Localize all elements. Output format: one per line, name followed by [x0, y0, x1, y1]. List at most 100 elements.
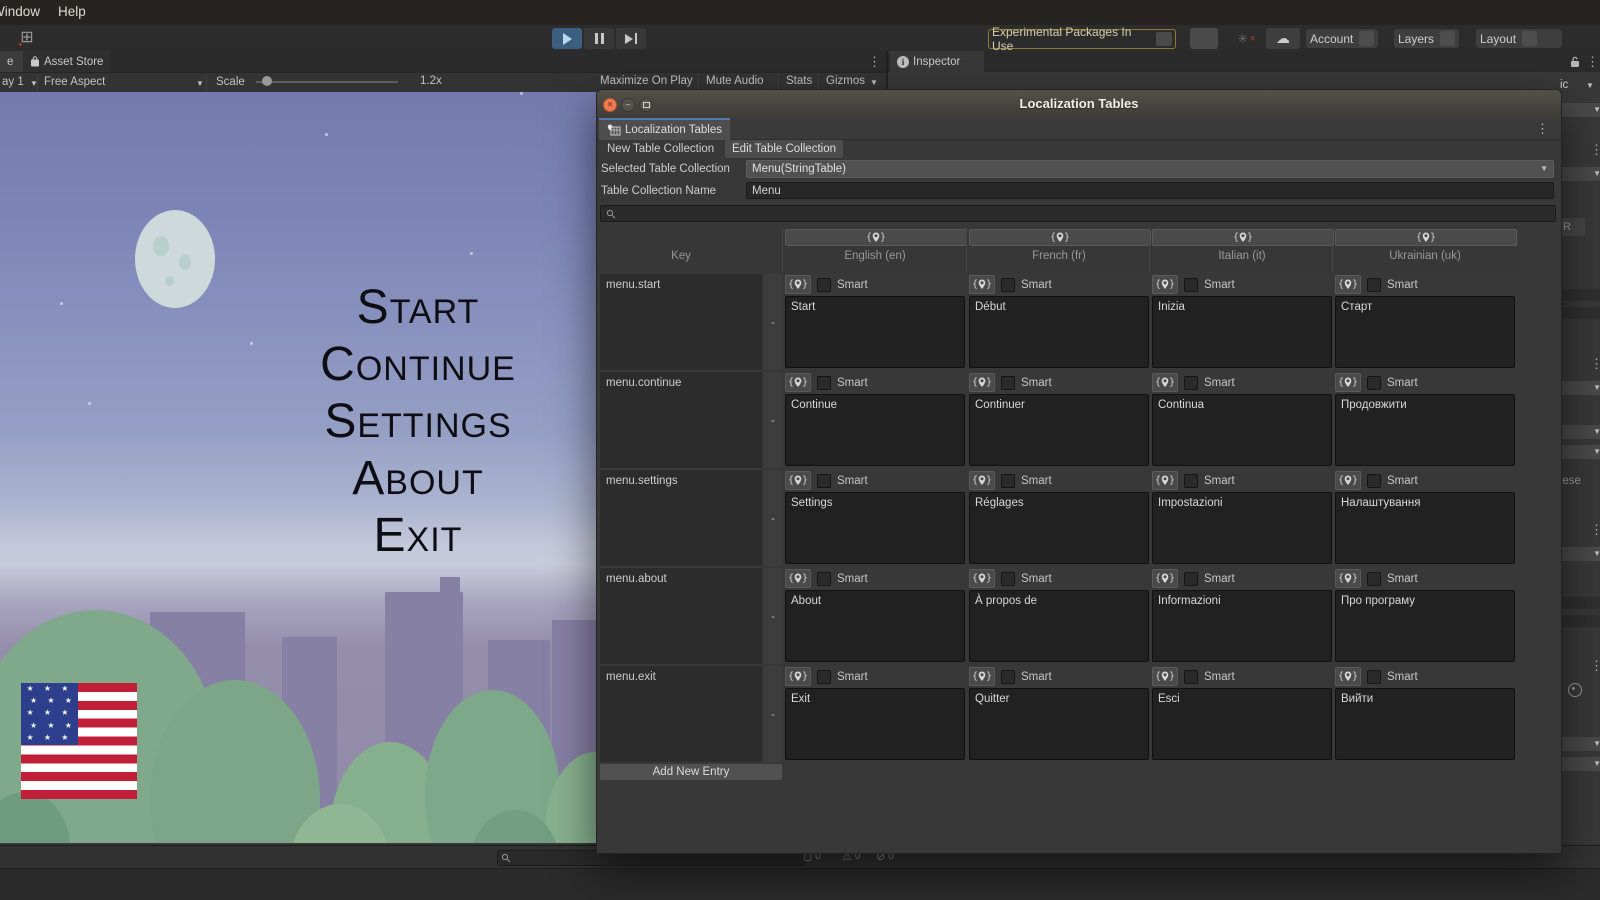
game-menu-item[interactable]: About [230, 450, 606, 507]
key-cell[interactable]: menu.about [600, 568, 762, 665]
table-search-input[interactable] [600, 205, 1556, 222]
pause-button[interactable] [584, 28, 614, 49]
remove-entry-button[interactable]: - [764, 372, 782, 468]
smart-checkbox[interactable] [1001, 670, 1015, 684]
aspect-dropdown[interactable]: Free Aspect [44, 76, 105, 88]
step-button[interactable] [616, 28, 646, 49]
play-button[interactable] [552, 28, 582, 49]
locale-pin-button[interactable]: {} [969, 275, 995, 294]
smart-checkbox[interactable] [1184, 474, 1198, 488]
translation-field[interactable]: Про програму [1335, 590, 1515, 662]
smart-checkbox[interactable] [1184, 278, 1198, 292]
sliver-field[interactable] [1556, 597, 1600, 609]
remove-entry-button[interactable]: - [764, 666, 782, 762]
account-dropdown[interactable]: Account [1306, 29, 1378, 48]
translation-field[interactable]: Settings [785, 492, 965, 564]
translation-field[interactable]: Start [785, 296, 965, 368]
smart-checkbox[interactable] [1001, 278, 1015, 292]
new-table-collection-button[interactable]: New Table Collection [600, 140, 721, 158]
remove-entry-button[interactable]: - [764, 470, 782, 566]
component-menu-icon[interactable]: ⋮ [1590, 357, 1600, 370]
translation-field[interactable]: Impostazioni [1152, 492, 1332, 564]
locale-pin-button[interactable]: {} [1152, 275, 1178, 294]
locale-pin-button[interactable]: {} [969, 373, 995, 392]
locale-pin-button[interactable]: {} [785, 667, 811, 686]
smart-checkbox[interactable] [1184, 572, 1198, 586]
smart-checkbox[interactable] [1367, 278, 1381, 292]
translation-field[interactable]: Début [969, 296, 1149, 368]
collab-icon[interactable]: ✳✕ [1228, 29, 1258, 48]
translation-field[interactable]: Налаштування [1335, 492, 1515, 564]
tab-inspector[interactable]: i Inspector [890, 51, 984, 72]
window-menu-icon[interactable]: ⋮ [1536, 122, 1549, 135]
translation-field[interactable]: About [785, 590, 965, 662]
smart-checkbox[interactable] [817, 474, 831, 488]
locale-pin-button[interactable]: {} [1335, 471, 1361, 490]
language-pin-button[interactable]: {} [1335, 229, 1517, 246]
component-menu-icon[interactable]: ⋮ [1590, 523, 1600, 536]
sliver-dropdown[interactable]: ▼ [1556, 757, 1600, 771]
key-cell[interactable]: menu.settings [600, 470, 762, 567]
scale-slider-knob[interactable] [262, 76, 272, 86]
smart-checkbox[interactable] [817, 278, 831, 292]
translation-field[interactable]: Quitter [969, 688, 1149, 760]
translation-field[interactable]: Réglages [969, 492, 1149, 564]
remove-entry-button[interactable]: - [764, 274, 782, 370]
smart-checkbox[interactable] [1001, 474, 1015, 488]
smart-checkbox[interactable] [817, 670, 831, 684]
translation-field[interactable]: Continuer [969, 394, 1149, 466]
translation-field[interactable]: Esci [1152, 688, 1332, 760]
sliver-dropdown[interactable]: ▼ [1556, 103, 1600, 117]
smart-checkbox[interactable] [1367, 572, 1381, 586]
translation-field[interactable]: Exit [785, 688, 965, 760]
display-dropdown[interactable]: ay 1 [2, 76, 24, 88]
game-menu-item[interactable]: Continue [230, 336, 606, 393]
smart-checkbox[interactable] [1001, 572, 1015, 586]
selected-collection-dropdown[interactable]: Menu(StringTable) ▼ [746, 160, 1554, 178]
locale-pin-button[interactable]: {} [1152, 471, 1178, 490]
smart-checkbox[interactable] [817, 376, 831, 390]
smart-checkbox[interactable] [1184, 376, 1198, 390]
layers-dropdown[interactable]: Layers [1394, 29, 1459, 48]
remove-entry-button[interactable]: - [764, 568, 782, 664]
sliver-dropdown[interactable]: ▼ [1556, 167, 1600, 181]
tab-game-cut[interactable]: e [0, 51, 24, 72]
scale-slider-track[interactable] [256, 81, 398, 83]
chevron-down-icon[interactable]: ▼ [870, 79, 878, 87]
game-control-mute-audio[interactable]: Mute Audio [706, 75, 764, 87]
window-titlebar[interactable]: ✕ – Localization Tables [597, 90, 1561, 119]
sliver-field[interactable] [1556, 615, 1600, 627]
sliver-dropdown[interactable]: ▼ [1556, 445, 1600, 459]
translation-field[interactable]: Continue [785, 394, 965, 466]
translation-field[interactable]: Continua [1152, 394, 1332, 466]
inspector-menu-icon[interactable]: ⋮ [1586, 55, 1599, 68]
lock-icon[interactable] [1570, 56, 1580, 68]
us-flag[interactable]: ★ ★ ★★ ★ ★★ ★ ★★ ★ ★★ ★ ★ [21, 683, 137, 799]
experimental-packages-badge[interactable]: Experimental Packages In Use [988, 29, 1176, 49]
locale-pin-button[interactable]: {} [1335, 667, 1361, 686]
translation-field[interactable]: Inizia [1152, 296, 1332, 368]
tab-asset-store[interactable]: Asset Store [23, 51, 110, 72]
language-pin-button[interactable]: {} [1152, 229, 1334, 246]
game-menu-item[interactable]: Exit [230, 507, 606, 564]
locale-pin-button[interactable]: {} [785, 275, 811, 294]
sliver-field[interactable] [1556, 307, 1600, 319]
object-picker-icon[interactable] [1568, 683, 1582, 697]
locale-pin-button[interactable]: {} [1152, 373, 1178, 392]
translation-field[interactable]: Старт [1335, 296, 1515, 368]
key-cell[interactable]: menu.continue [600, 372, 762, 469]
game-panel-menu-icon[interactable]: ⋮ [868, 55, 881, 68]
locale-pin-button[interactable]: {} [1152, 667, 1178, 686]
locale-pin-button[interactable]: {} [969, 667, 995, 686]
locale-pin-button[interactable]: {} [969, 471, 995, 490]
game-control-gizmos[interactable]: Gizmos [826, 75, 865, 87]
language-pin-button[interactable]: {} [785, 229, 967, 246]
smart-checkbox[interactable] [1367, 474, 1381, 488]
toolbar-square-button[interactable] [1190, 28, 1218, 49]
game-menu-item[interactable]: Start [230, 279, 606, 336]
sliver-dropdown[interactable]: ▼ [1556, 737, 1600, 751]
component-menu-icon[interactable]: ⋮ [1590, 659, 1600, 672]
collection-name-field[interactable]: Menu [746, 182, 1554, 199]
sliver-dropdown[interactable]: ▼ [1556, 547, 1600, 561]
game-control-stats[interactable]: Stats [786, 75, 812, 87]
